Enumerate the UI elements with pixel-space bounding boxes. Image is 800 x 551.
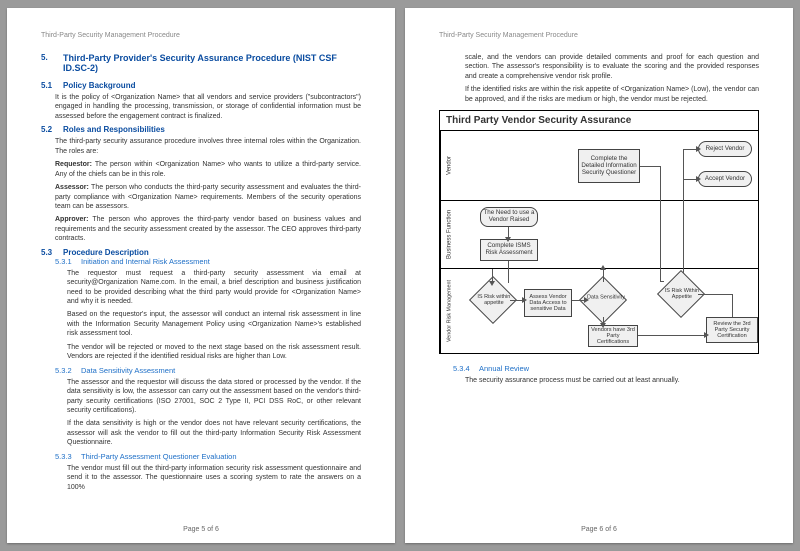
h2-title: Policy Background bbox=[63, 81, 135, 90]
lane-vrm: Vendor Risk Management IS Risk within ap… bbox=[440, 269, 758, 353]
h2-title: Procedure Description bbox=[63, 248, 149, 257]
connector bbox=[640, 166, 660, 167]
arrow-icon bbox=[696, 146, 701, 152]
p-531-2: Based on the requestor's input, the asse… bbox=[67, 310, 361, 338]
h1-number: 5. bbox=[41, 53, 55, 73]
diamond-label: Data Sensitivity bbox=[584, 296, 628, 302]
arrow-icon bbox=[696, 176, 701, 182]
connector bbox=[732, 294, 733, 311]
node-isms-risk: Complete ISMS Risk Assessment bbox=[480, 239, 538, 261]
connector bbox=[638, 335, 706, 336]
page-right: Third-Party Security Management Procedur… bbox=[405, 8, 793, 543]
page-left: Third-Party Security Management Procedur… bbox=[7, 8, 395, 543]
lane-body-vendor: Complete the Detailed Information Securi… bbox=[458, 131, 758, 200]
arrow-icon bbox=[704, 332, 709, 338]
section-5-1-heading: 5.1 Policy Background bbox=[41, 81, 361, 90]
arrow-icon bbox=[600, 265, 606, 270]
role-desc: The person who conducts the third-party … bbox=[55, 184, 361, 210]
arrow-icon bbox=[522, 297, 527, 303]
h2-number: 5.1 bbox=[41, 81, 55, 90]
lane-body-business: The Need to use a Vendor Raised Complete… bbox=[458, 201, 758, 268]
section-5-3-2-heading: 5.3.2 Data Sensitivity Assessment bbox=[55, 366, 361, 375]
arrow-icon bbox=[600, 323, 606, 328]
h2-number: 5.2 bbox=[41, 125, 55, 134]
node-need-raised: The Need to use a Vendor Raised bbox=[480, 207, 538, 227]
p-533: The vendor must fill out the third-party… bbox=[67, 464, 361, 492]
role-label: Approver: bbox=[55, 216, 88, 223]
node-vendor-certs: Vendors have 3rd Party Certifications bbox=[588, 325, 638, 347]
lane-business: Business Function The Need to use a Vend… bbox=[440, 201, 758, 269]
h3-number: 5.3.3 bbox=[55, 452, 75, 461]
connector bbox=[698, 294, 732, 295]
page-footer: Page 6 of 6 bbox=[405, 526, 793, 533]
flowchart-title: Third Party Vendor Security Assurance bbox=[440, 111, 758, 131]
roles-intro: The third-party security assurance proce… bbox=[55, 137, 361, 156]
p-532-1: The assessor and the requestor will disc… bbox=[67, 378, 361, 416]
arrow-icon bbox=[489, 281, 495, 286]
role-label: Requestor: bbox=[55, 161, 92, 168]
role-desc: The person within <Organization Name> wh… bbox=[55, 161, 361, 177]
page-footer: Page 5 of 6 bbox=[7, 526, 395, 533]
h2-number: 5.3 bbox=[41, 248, 55, 257]
section-5-heading: 5. Third-Party Provider's Security Assur… bbox=[41, 53, 361, 73]
connector bbox=[732, 311, 733, 317]
role-desc: The person who approves the third-party … bbox=[55, 216, 361, 242]
lane-label: Vendor bbox=[440, 131, 458, 200]
node-assess-access: Assess Vendor Data Access to sensitive D… bbox=[524, 289, 572, 317]
node-accept: Accept Vendor bbox=[698, 171, 752, 187]
h3-number: 5.3.4 bbox=[453, 364, 473, 373]
h3-number: 5.3.2 bbox=[55, 366, 75, 375]
role-approver: Approver: The person who approves the th… bbox=[55, 215, 361, 243]
lane-body-vrm: IS Risk within appetite Assess Vendor Da… bbox=[458, 269, 758, 353]
role-assessor: Assessor: The person who conducts the th… bbox=[55, 183, 361, 211]
p-531-3: The vendor will be rejected or moved to … bbox=[67, 343, 361, 362]
p-532-2: If the data sensitivity is high or the v… bbox=[67, 419, 361, 447]
arrow-icon bbox=[505, 237, 511, 242]
section-5-3-heading: 5.3 Procedure Description bbox=[41, 248, 361, 257]
p-534: The security assurance process must be c… bbox=[465, 376, 759, 385]
section-5-3-4-heading: 5.3.4 Annual Review bbox=[453, 364, 759, 373]
node-complete-questioner: Complete the Detailed Information Securi… bbox=[578, 149, 640, 183]
role-label: Assessor: bbox=[55, 184, 89, 191]
lane-label: Vendor Risk Management bbox=[440, 269, 458, 353]
lane-vendor: Vendor Complete the Detailed Information… bbox=[440, 131, 758, 201]
running-head: Third-Party Security Management Procedur… bbox=[41, 32, 361, 39]
h3-title: Third-Party Assessment Questioner Evalua… bbox=[81, 452, 237, 461]
section-5-3-1-heading: 5.3.1 Initiation and Internal Risk Asses… bbox=[55, 257, 361, 266]
running-head: Third-Party Security Management Procedur… bbox=[439, 32, 759, 39]
role-requestor: Requestor: The person within <Organizati… bbox=[55, 160, 361, 179]
node-review-cert: Review the 3rd Party Security Certificat… bbox=[706, 317, 758, 343]
h3-title: Initiation and Internal Risk Assessment bbox=[81, 257, 210, 266]
connector bbox=[660, 281, 664, 282]
h3-number: 5.3.1 bbox=[55, 257, 75, 266]
h2-title: Roles and Responsibilities bbox=[63, 125, 165, 134]
p-531-1: The requestor must request a third-party… bbox=[67, 269, 361, 307]
section-5-2-heading: 5.2 Roles and Responsibilities bbox=[41, 125, 361, 134]
h3-title: Data Sensitivity Assessment bbox=[81, 366, 175, 375]
section-5-3-3-heading: 5.3.3 Third-Party Assessment Questioner … bbox=[55, 452, 361, 461]
node-reject: Reject Vendor bbox=[698, 141, 752, 157]
flowchart-container: Third Party Vendor Security Assurance Ve… bbox=[439, 110, 759, 354]
connector bbox=[603, 269, 604, 282]
h1-title: Third-Party Provider's Security Assuranc… bbox=[63, 53, 361, 73]
lane-label: Business Function bbox=[440, 201, 458, 268]
continuation-p2: If the identified risks are within the r… bbox=[465, 85, 759, 104]
h3-title: Annual Review bbox=[479, 364, 529, 373]
continuation-p1: scale, and the vendors can provide detai… bbox=[465, 53, 759, 81]
arrow-icon bbox=[584, 297, 589, 303]
policy-background-text: It is the policy of <Organization Name> … bbox=[55, 93, 361, 121]
